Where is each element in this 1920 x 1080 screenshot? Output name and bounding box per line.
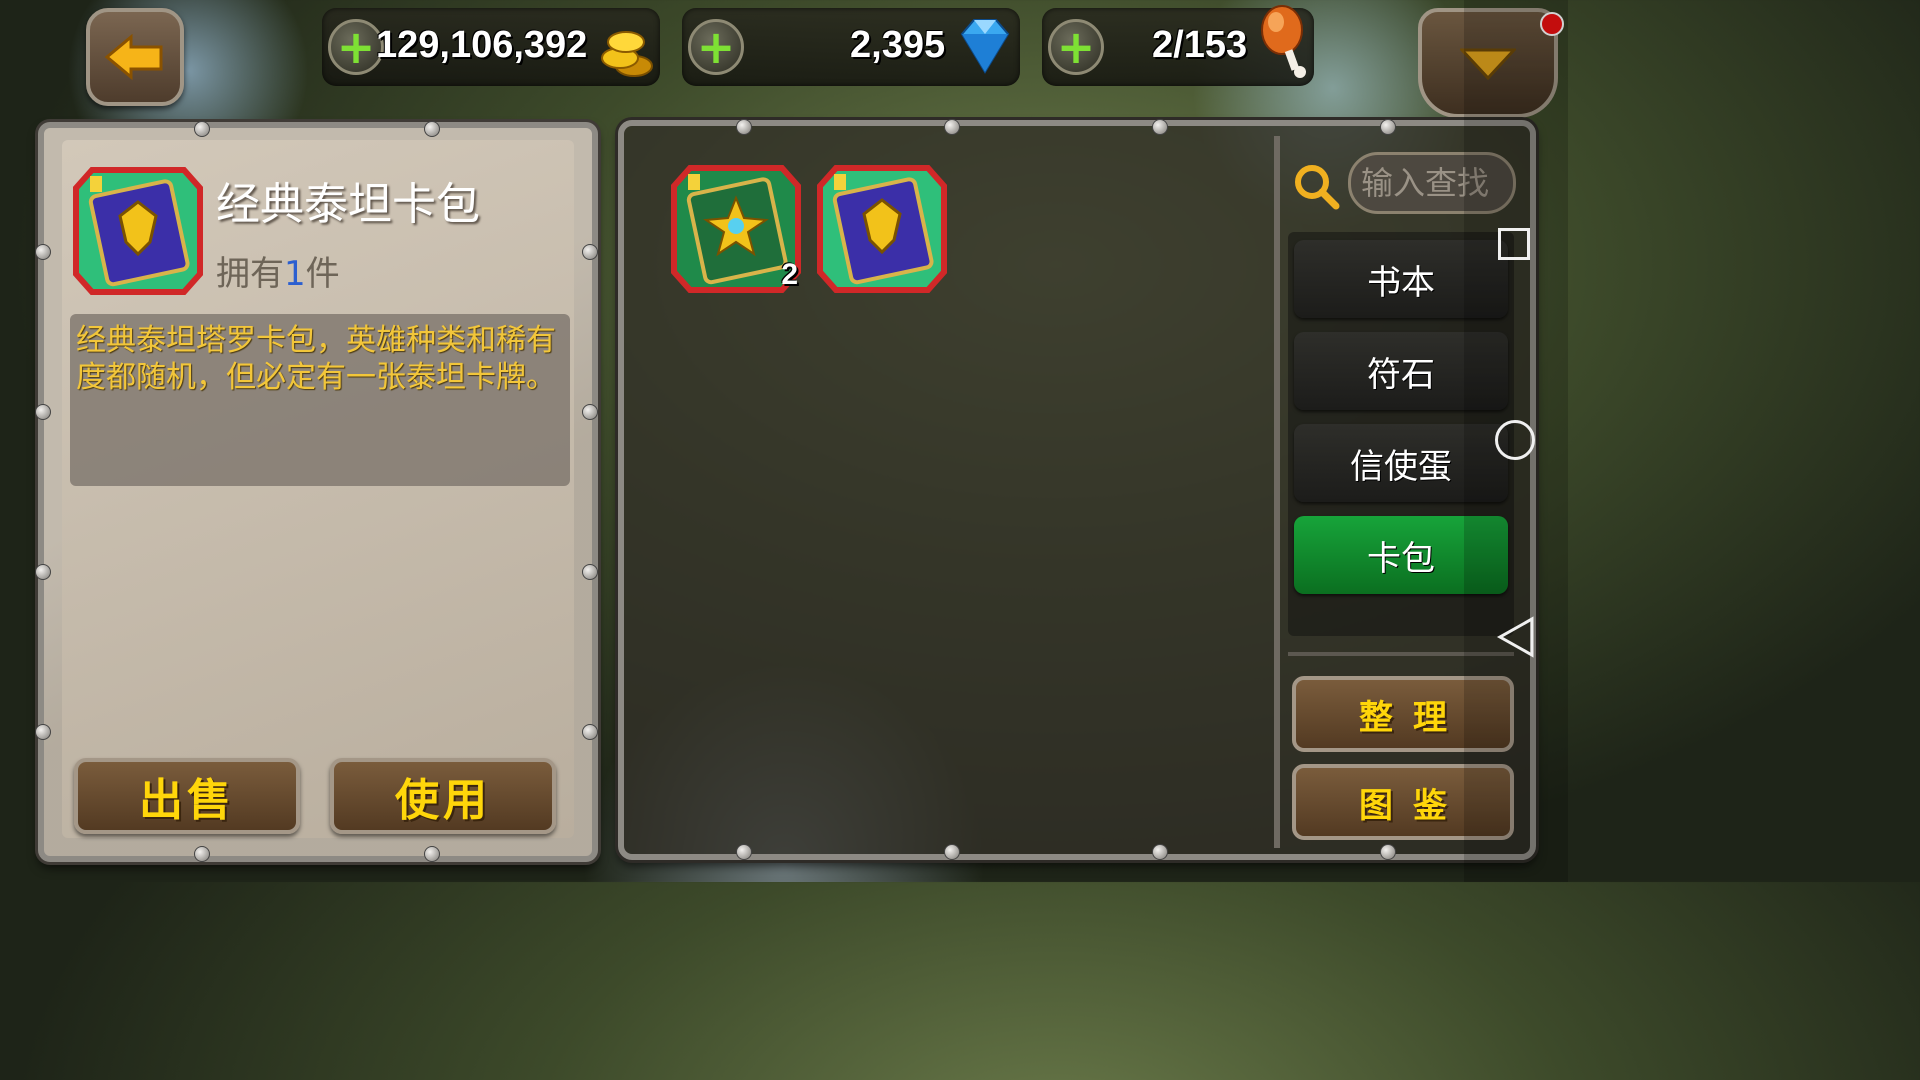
panel-divider <box>1274 136 1280 848</box>
item-description: 经典泰坦塔罗卡包，英雄种类和稀有度都随机，但必定有一张泰坦卡牌。 <box>76 323 556 395</box>
sell-button[interactable]: 出售 <box>74 758 300 834</box>
diamond-gem-icon <box>960 19 1010 74</box>
rivet <box>35 244 51 260</box>
rivet <box>582 404 598 420</box>
back-arrow-icon <box>104 33 163 81</box>
rivet <box>1380 119 1396 135</box>
drumstick-icon <box>1261 5 1306 78</box>
add-gems-button[interactable]: + <box>688 19 744 75</box>
stamina-amount: 2/153 <box>1152 24 1248 66</box>
rivet <box>35 564 51 580</box>
use-button[interactable]: 使用 <box>330 758 556 834</box>
gem-display: + 2,395 <box>682 8 1020 86</box>
inventory-grid: 2 <box>634 136 1270 846</box>
inventory-slot[interactable]: 2 <box>670 162 802 294</box>
rivet <box>194 121 210 137</box>
rivet <box>944 119 960 135</box>
owned-quantity: 拥有1件 <box>216 246 340 295</box>
home-icon[interactable] <box>1495 420 1535 460</box>
inventory-panel: 2 书本 符石 信使蛋 卡包 整理 图鉴 <box>618 120 1536 860</box>
recent-apps-icon[interactable] <box>1498 228 1530 260</box>
rivet <box>582 564 598 580</box>
rivet <box>582 724 598 740</box>
gold-amount: 129,106,392 <box>376 24 588 66</box>
system-back-icon[interactable] <box>1496 616 1536 658</box>
stamina-display: + 2/153 <box>1042 5 1314 86</box>
search-icon[interactable] <box>1292 162 1340 210</box>
owned-suffix: 件 <box>305 254 340 294</box>
owned-count: 1 <box>284 254 306 294</box>
gem-amount: 2,395 <box>850 24 946 66</box>
owned-prefix: 拥有 <box>216 254 284 294</box>
rivet <box>1380 844 1396 860</box>
slot-count: 2 <box>781 258 798 291</box>
rivet <box>424 121 440 137</box>
item-title: 经典泰坦卡包 <box>216 179 480 230</box>
titan-card-pack-icon <box>73 167 203 295</box>
rivet <box>582 244 598 260</box>
rivet <box>736 844 752 860</box>
rivet <box>736 119 752 135</box>
rivet <box>1152 844 1168 860</box>
item-detail-panel: 经典泰坦卡包 拥有1件 经典泰坦塔罗卡包，英雄种类和稀有度都随机，但必定有一张泰… <box>38 122 598 862</box>
rivet <box>35 724 51 740</box>
titan-card-pack-icon <box>817 165 947 293</box>
back-button[interactable] <box>86 8 184 106</box>
rivet <box>1152 119 1168 135</box>
gold-display: + 129,106,392 <box>322 8 660 86</box>
inventory-slot-selected[interactable] <box>816 162 948 294</box>
rivet <box>944 844 960 860</box>
rivet <box>35 404 51 420</box>
add-stamina-button[interactable]: + <box>1048 19 1104 75</box>
rivet <box>194 846 210 862</box>
gold-coin-icon <box>601 31 653 77</box>
rivet <box>424 846 440 862</box>
description-box: 经典泰坦塔罗卡包，英雄种类和稀有度都随机，但必定有一张泰坦卡牌。 <box>70 314 570 486</box>
